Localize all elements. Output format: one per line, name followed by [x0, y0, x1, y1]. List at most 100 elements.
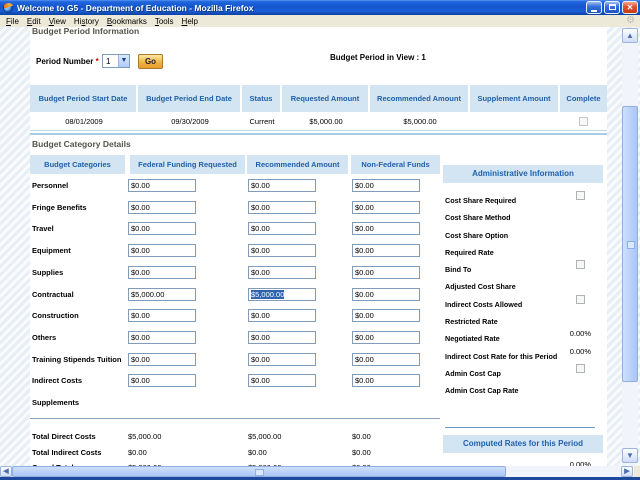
period-number-select[interactable]: 1 ▼ — [102, 54, 130, 68]
scroll-right-icon[interactable]: ▶ — [621, 466, 633, 477]
firefox-icon — [3, 3, 13, 13]
vertical-scrollbar-thumb[interactable] — [622, 106, 638, 382]
others-recommended-input[interactable]: $0.00 — [248, 331, 316, 344]
menu-help[interactable]: Help — [180, 17, 204, 26]
separator-line — [30, 133, 607, 135]
category-label-equipment: Equipment — [32, 246, 71, 255]
section-title-budget-period-information: Budget Period Information — [32, 27, 139, 36]
menu-tools[interactable]: Tools — [153, 17, 180, 26]
menu-file[interactable]: File — [4, 17, 25, 26]
fringe-benefits-recommended-input[interactable]: $0.00 — [248, 201, 316, 214]
travel-non-federal-input[interactable]: $0.00 — [352, 222, 420, 235]
travel-recommended-input[interactable]: $0.00 — [248, 222, 316, 235]
supplies-recommended-input[interactable]: $0.00 — [248, 266, 316, 279]
column-header-supplement-amount: Supplement Amount — [470, 85, 560, 112]
indirect-costs-federal-input[interactable]: $0.00 — [128, 374, 196, 387]
horizontal-scrollbar[interactable]: ◀ ▶ — [0, 466, 640, 477]
go-button[interactable]: Go — [138, 54, 163, 69]
period-cell-supplement-amount — [470, 112, 560, 131]
supplies-non-federal-input[interactable]: $0.00 — [352, 266, 420, 279]
gear-icon: ⚙ — [626, 16, 635, 26]
horizontal-scrollbar-thumb[interactable] — [12, 466, 506, 477]
others-non-federal-input[interactable]: $0.00 — [352, 331, 420, 344]
category-label-supplements: Supplements — [32, 398, 79, 407]
menu-view[interactable]: View — [47, 17, 72, 26]
personnel-recommended-input[interactable]: $0.00 — [248, 179, 316, 192]
indirect-costs-non-federal-input[interactable]: $0.00 — [352, 374, 420, 387]
equipment-recommended-input[interactable]: $0.00 — [248, 244, 316, 257]
others-federal-input[interactable]: $0.00 — [128, 331, 196, 344]
column-header-recommended-amount: Recommended Amount — [370, 85, 470, 112]
fringe-benefits-federal-input[interactable]: $0.00 — [128, 201, 196, 214]
vertical-scrollbar[interactable]: ▲ ▼ — [622, 28, 638, 465]
totals-divider-line — [30, 418, 440, 419]
window-title: Welcome to G5 - Department of Education … — [17, 3, 586, 13]
computed-rates-panel: Computed Rates for this Period Cost Shar… — [443, 435, 603, 453]
complete-checkbox[interactable] — [579, 117, 588, 126]
indirect-costs-allowed-checkbox[interactable] — [576, 295, 585, 304]
bind-to-checkbox[interactable] — [576, 260, 585, 269]
window-buttons: ✕ — [586, 1, 638, 14]
menu-bookmarks[interactable]: Bookmarks — [105, 17, 153, 26]
period-cell-budget-period-start-date: 08/01/2009 — [30, 112, 138, 131]
separator-line — [30, 130, 607, 131]
period-number-value: 1 — [106, 57, 110, 66]
total-label-total-direct-costs: Total Direct Costs — [32, 432, 96, 441]
category-label-travel: Travel — [32, 224, 54, 233]
period-table-header-row: Budget Period Start DateBudget Period En… — [30, 85, 607, 112]
indirect-cost-rate-for-this-period-value: 0.00% — [570, 347, 591, 356]
contractual-recommended-input[interactable]: $5,000.00 — [248, 288, 316, 301]
equipment-federal-input[interactable]: $0.00 — [128, 244, 196, 257]
contractual-non-federal-input[interactable]: $0.00 — [352, 288, 420, 301]
period-number-label: Period Number * — [36, 57, 99, 66]
supplies-federal-input[interactable]: $0.00 — [128, 266, 196, 279]
menu-items: FileEditViewHistoryBookmarksToolsHelp — [4, 17, 204, 26]
admin-label-admin-cost-cap: Admin Cost Cap — [445, 369, 501, 378]
close-button[interactable]: ✕ — [622, 1, 638, 14]
fringe-benefits-non-federal-input[interactable]: $0.00 — [352, 201, 420, 214]
cost-share-required-checkbox[interactable] — [576, 191, 585, 200]
total-direct-costs-value-1: $5,000.00 — [128, 432, 161, 441]
admin-item-restricted-rate: Restricted Rate — [445, 311, 603, 328]
titlebar: Welcome to G5 - Department of Education … — [0, 0, 640, 15]
column-header-requested-amount: Requested Amount — [282, 85, 370, 112]
admin-label-cost-share-method: Cost Share Method — [445, 213, 511, 222]
construction-recommended-input[interactable]: $0.00 — [248, 309, 316, 322]
personnel-federal-input[interactable]: $0.00 — [128, 179, 196, 192]
travel-federal-input[interactable]: $0.00 — [128, 222, 196, 235]
scroll-up-icon[interactable]: ▲ — [622, 28, 638, 43]
equipment-non-federal-input[interactable]: $0.00 — [352, 244, 420, 257]
contractual-federal-input[interactable]: $5,000.00 — [128, 288, 196, 301]
column-header-federal-funding-requested: Federal Funding Requested — [130, 155, 245, 174]
scroll-left-icon[interactable]: ◀ — [0, 466, 12, 477]
budget-period-in-view-label: Budget Period in View : 1 — [330, 53, 426, 62]
column-header-recommended-amount: Recommended Amount — [247, 155, 348, 174]
administrative-information-panel: Administrative Information Cost Share Re… — [443, 165, 603, 183]
restore-icon — [609, 4, 616, 10]
personnel-non-federal-input[interactable]: $0.00 — [352, 179, 420, 192]
training-stipends-tuition-non-federal-input[interactable]: $0.00 — [352, 353, 420, 366]
period-table-row: 08/01/200909/30/2009Current$5,000.00$5,0… — [30, 112, 607, 131]
period-cell-recommended-amount: $5,000.00 — [370, 112, 470, 131]
category-label-personnel: Personnel — [32, 181, 68, 190]
column-header-budget-period-end-date: Budget Period End Date — [138, 85, 242, 112]
construction-federal-input[interactable]: $0.00 — [128, 309, 196, 322]
period-cell-requested-amount: $5,000.00 — [282, 112, 370, 131]
admin-cost-cap-checkbox[interactable] — [576, 364, 585, 373]
menu-history[interactable]: History — [72, 17, 105, 26]
chevron-down-icon[interactable]: ▼ — [118, 55, 129, 67]
construction-non-federal-input[interactable]: $0.00 — [352, 309, 420, 322]
total-direct-costs-value-2: $5,000.00 — [248, 432, 281, 441]
restore-button[interactable] — [604, 1, 620, 14]
admin-label-cost-share-option: Cost Share Option — [445, 231, 508, 240]
category-label-training-stipends-tuition: Training Stipends Tuition — [32, 355, 121, 364]
training-stipends-tuition-federal-input[interactable]: $0.00 — [128, 353, 196, 366]
training-stipends-tuition-recommended-input[interactable]: $0.00 — [248, 353, 316, 366]
admin-label-admin-cost-cap-rate: Admin Cost Cap Rate — [445, 386, 518, 395]
admin-item-indirect-costs-allowed: Indirect Costs Allowed — [445, 294, 603, 311]
menu-edit[interactable]: Edit — [25, 17, 47, 26]
scroll-down-icon[interactable]: ▼ — [622, 448, 638, 463]
minimize-button[interactable] — [586, 1, 602, 14]
indirect-costs-recommended-input[interactable]: $0.00 — [248, 374, 316, 387]
column-header-budget-categories: Budget Categories — [30, 155, 125, 174]
